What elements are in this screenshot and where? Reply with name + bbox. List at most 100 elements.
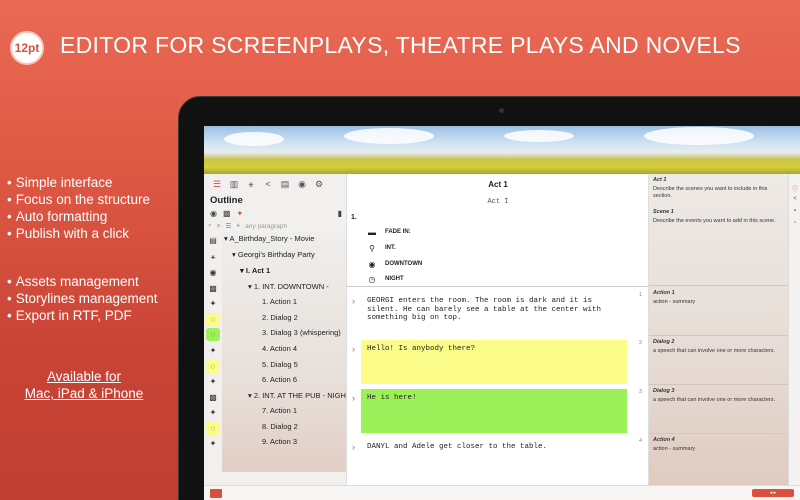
- clapboard-icon[interactable]: ▩: [223, 209, 231, 218]
- speech-bubble-icon: ◌: [206, 360, 220, 373]
- note-card[interactable]: Dialog 2 a speech that can involve one o…: [653, 339, 783, 355]
- note-description: action - summary: [653, 446, 696, 452]
- paragraph-filter[interactable]: ⌕ ≡ ☰ ⚹ any paragraph: [204, 220, 346, 232]
- clapboard-icon: ▩: [209, 284, 217, 293]
- feature-item: Focus on the structure: [7, 191, 150, 208]
- clapboard-icon[interactable]: [210, 489, 222, 498]
- dialog-block-yellow[interactable]: Hello! Is anybody there?: [361, 340, 627, 384]
- bottom-bar: ◂ ▸: [204, 485, 800, 500]
- transition-icon: ▬: [368, 227, 376, 237]
- int-text: INT.: [385, 245, 396, 251]
- gear-icon[interactable]: ⚙: [314, 179, 324, 189]
- divider: [649, 285, 789, 286]
- headline: EDITOR FOR SCREENPLAYS, THEATRE PLAYS AN…: [60, 32, 741, 58]
- bookmark-icon[interactable]: ▮: [338, 209, 342, 218]
- storyline-icon[interactable]: ⚹: [246, 179, 256, 189]
- note-card[interactable]: Scene 1 Describe the events you want to …: [653, 209, 783, 225]
- note-description: a speech that can involve one or more ch…: [653, 397, 775, 403]
- page-number: 2: [639, 340, 643, 346]
- tree-item[interactable]: 2. Dialog 2: [262, 313, 298, 322]
- scene-heading-time[interactable]: ◷ NIGHT: [367, 274, 404, 284]
- app-screen: ☰ ▥ ⚹ < ▤ ◉ ⚙ Outline ◉ ▩ ✦ ▮ ⌕ ≡ ☰ ⚹ an…: [204, 126, 800, 500]
- tree-item[interactable]: ▾ 1. INT. DOWNTOWN -: [248, 282, 329, 291]
- availability-line-1: Available for: [46, 369, 122, 384]
- tree-item[interactable]: 6. Action 6: [262, 375, 297, 384]
- note-card[interactable]: Act 1 Describe the scenes you want to in…: [653, 177, 783, 200]
- outline-icon[interactable]: ☰: [212, 179, 222, 189]
- info-icon[interactable]: ⓘ: [791, 184, 799, 193]
- cloud-shape: [504, 130, 574, 142]
- tree-item[interactable]: ▾ Georgi's Birthday Party: [232, 250, 315, 259]
- runner-icon: ✦: [209, 346, 217, 355]
- tree-item[interactable]: 4. Action 4: [262, 344, 297, 353]
- notes-panel: Act 1 Describe the scenes you want to in…: [648, 174, 789, 485]
- runner-icon: ✦: [209, 439, 217, 448]
- paragraph-arrow-icon: ›: [352, 442, 355, 452]
- feature-item: Publish with a click: [7, 225, 150, 242]
- tree-item[interactable]: 3. Dialog 3 (whispering): [262, 328, 341, 337]
- location-pin-icon[interactable]: ◉: [210, 209, 217, 218]
- cloud-shape: [344, 128, 434, 144]
- lock-icon[interactable]: ▪: [791, 208, 799, 216]
- share-icon[interactable]: <: [263, 179, 273, 189]
- tree-item[interactable]: 1. Action 1: [262, 297, 297, 306]
- tree-item[interactable]: 8. Dialog 2: [262, 422, 298, 431]
- scene-heading-location[interactable]: ◉ DOWNTOWN: [367, 259, 423, 269]
- note-description: Describe the events you want to add in t…: [653, 218, 776, 224]
- outline-tree: ▾ A_Birthday_Story - Movie ▾ Georgi's Bi…: [222, 232, 351, 472]
- note-description: Describe the scenes you want to include …: [653, 186, 768, 199]
- cloud-shape: [644, 127, 754, 145]
- feature-item: Assets management: [7, 273, 158, 290]
- trash-icon[interactable]: ▫: [791, 220, 799, 228]
- availability-line-2: Mac, iPad & iPhone: [24, 386, 144, 401]
- layout-icon[interactable]: ▤: [280, 179, 290, 189]
- tree-item[interactable]: ▾ 2. INT. AT THE PUB - NIGHT: [248, 391, 351, 400]
- runner-icon[interactable]: ✦: [237, 209, 244, 218]
- share-icon[interactable]: <: [791, 196, 799, 204]
- availability-link[interactable]: Available for Mac, iPad & iPhone: [0, 368, 168, 402]
- paragraph-arrow-icon: ›: [352, 344, 355, 354]
- note-description: a speech that can involve one or more ch…: [653, 348, 775, 354]
- tree-item[interactable]: ▾ I. Act 1: [240, 266, 270, 275]
- search-icon: ⌕: [208, 222, 212, 229]
- time-text: NIGHT: [385, 276, 404, 282]
- scene-heading-int[interactable]: ⚲ INT.: [367, 243, 396, 253]
- action-paragraph[interactable]: DANYL and Adele get closer to the table.: [367, 443, 627, 452]
- tree-item[interactable]: 5. Dialog 5: [262, 360, 298, 369]
- speech-bubble-icon: ◌: [206, 328, 220, 341]
- book-icon[interactable]: ▥: [229, 179, 239, 189]
- app-logo: 12pt: [10, 31, 44, 65]
- script-editor[interactable]: Act 1 Act I 1. ▬ FADE IN: ⚲ INT. ◉ DOWNT…: [346, 174, 649, 485]
- divider: [649, 433, 789, 434]
- list-icon: ≡: [216, 222, 221, 230]
- speech-bubble-icon: ◌: [206, 422, 220, 435]
- eye-icon[interactable]: ◉: [297, 179, 307, 189]
- scene-heading-fadein[interactable]: ▬ FADE IN:: [367, 227, 411, 237]
- runner-icon: ✦: [209, 299, 217, 308]
- menu-icon: ☰: [225, 223, 232, 230]
- clock-icon: ◷: [368, 274, 376, 284]
- tree-item[interactable]: ▾ A_Birthday_Story - Movie: [224, 234, 314, 243]
- note-card[interactable]: Dialog 3 a speech that can involve one o…: [653, 388, 783, 404]
- document-icon: ▤: [209, 236, 217, 245]
- note-title: Dialog 3: [653, 388, 675, 394]
- paragraph-type-icons: ▤ ⚹ ◉ ▩ ✦ ◌ ◌ ✦ ◌ ✦ ▩ ✦ ◌ ✦: [204, 232, 222, 472]
- action-paragraph[interactable]: GEORGI enters the room. The room is dark…: [367, 297, 627, 323]
- camera-dot: [499, 108, 504, 113]
- note-title: Action 1: [653, 290, 675, 296]
- feature-item: Storylines management: [7, 290, 158, 307]
- dialog-block-green[interactable]: He is here!: [361, 389, 627, 433]
- page-nav-button[interactable]: ◂ ▸: [752, 489, 794, 497]
- speech-bubble-icon: ◌: [206, 313, 220, 326]
- tree-item[interactable]: 9. Action 3: [262, 437, 297, 446]
- paragraph-arrow-icon: ›: [352, 296, 355, 306]
- pin-icon: ◉: [209, 268, 217, 277]
- page-number: 3: [639, 389, 643, 395]
- note-card[interactable]: Action 4 action - summary: [653, 437, 783, 453]
- storyline-icon: ⚹: [210, 251, 216, 261]
- note-description: action - summary: [653, 299, 696, 305]
- feature-item: Simple interface: [7, 174, 150, 191]
- divider: [649, 384, 789, 385]
- note-card[interactable]: Action 1 action - summary: [653, 290, 783, 306]
- tree-item[interactable]: 7. Action 1: [262, 406, 297, 415]
